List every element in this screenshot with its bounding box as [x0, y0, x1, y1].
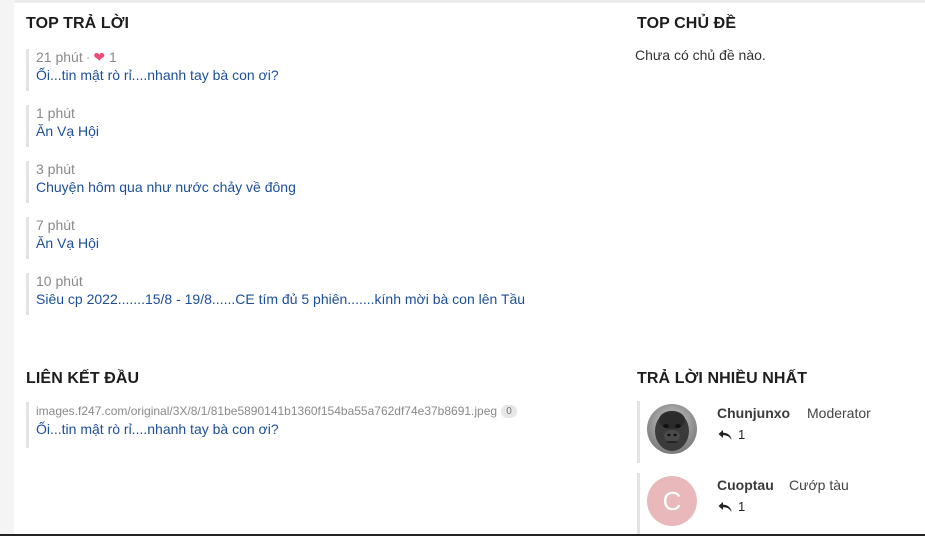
reply-item: 3 phút Chuyện hôm qua như nước chảy về đ… [26, 161, 586, 203]
link-url[interactable]: images.f247.com/original/3X/8/1/81be5890… [36, 404, 497, 418]
reply-icon [718, 429, 732, 440]
reply-link[interactable]: Ăn Vạ Hội [36, 234, 586, 252]
reply-count: 1 [718, 499, 745, 514]
heart-icon: ❤ [93, 49, 106, 65]
reply-count-value: 1 [738, 499, 746, 514]
link-url-row: images.f247.com/original/3X/8/1/81be5890… [36, 402, 586, 420]
meta-dot: · [85, 49, 91, 65]
username[interactable]: Cuoptau [717, 477, 774, 493]
reply-meta: 21 phút · ❤ 1 [36, 49, 586, 66]
reply-link[interactable]: Ăn Vạ Hội [36, 122, 586, 140]
reply-time: 7 phút [36, 217, 75, 233]
reply-link[interactable]: Ối...tin mật rò rỉ....nhanh tay bà con ơ… [36, 66, 586, 84]
left-gutter [0, 0, 14, 536]
reply-time: 1 phút [36, 105, 75, 121]
link-topic-title[interactable]: Ối...tin mật rò rỉ....nhanh tay bà con ơ… [36, 420, 586, 438]
reply-time: 10 phút [36, 273, 83, 289]
reply-icon [718, 501, 732, 512]
top-links-title: LIÊN KẾT ĐẦU [26, 370, 140, 387]
most-replies-title: TRẢ LỜI NHIỀU NHẤT [637, 370, 808, 387]
click-count-badge: 0 [501, 405, 518, 418]
reply-item: 21 phút · ❤ 1 Ối...tin mật rò rỉ....nhanh … [26, 49, 586, 91]
reply-item: 10 phút Siêu cp 2022.......15/8 - 19/8..… [26, 273, 586, 315]
reply-time: 3 phút [36, 161, 75, 177]
reply-time: 21 phút [36, 49, 83, 65]
user-card: C Cuoptau Cướp tàu 1 [637, 473, 925, 535]
username[interactable]: Chunjunxo [717, 405, 790, 421]
reply-count: 1 [718, 427, 745, 442]
user-role: Cướp tàu [789, 477, 849, 493]
avatar[interactable]: C [647, 476, 697, 526]
no-topics-text: Chưa có chủ đề nào. [635, 47, 766, 63]
top-link-card: images.f247.com/original/3X/8/1/81be5890… [26, 402, 586, 448]
avatar[interactable] [647, 404, 697, 454]
reply-link[interactable]: Siêu cp 2022.......15/8 - 19/8......CE t… [36, 290, 586, 308]
top-strip [0, 0, 925, 3]
reply-link[interactable]: Chuyện hôm qua như nước chảy về đông [36, 178, 586, 196]
top-topics-title: TOP CHỦ ĐỀ [637, 15, 737, 32]
user-role: Moderator [807, 405, 871, 421]
gorilla-avatar-icon [647, 404, 697, 454]
reply-item: 1 phút Ăn Vạ Hội [26, 105, 586, 147]
like-count: 1 [109, 49, 117, 65]
reply-item: 7 phút Ăn Vạ Hội [26, 217, 586, 259]
top-replies-title: TOP TRẢ LỜI [26, 15, 130, 32]
reply-count-value: 1 [738, 427, 746, 442]
user-card: Chunjunxo Moderator 1 [637, 401, 925, 463]
